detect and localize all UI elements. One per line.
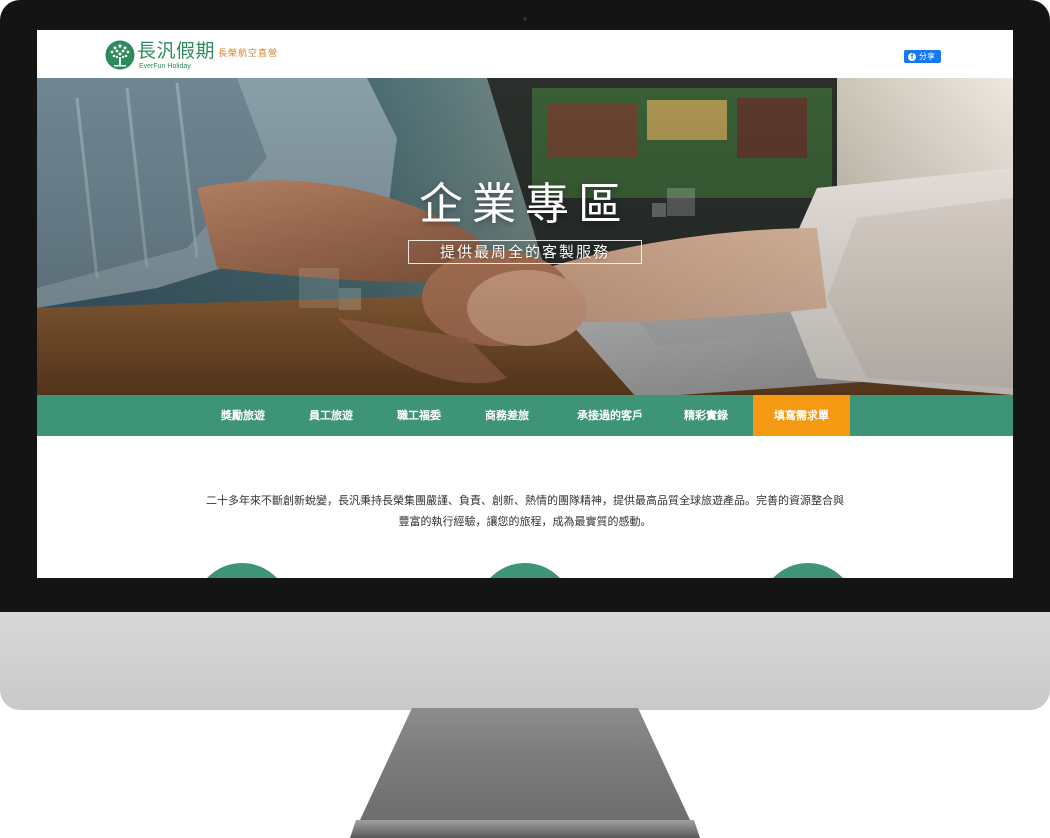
nav-item-welfare-committee[interactable]: 職工福委 (375, 395, 463, 436)
monitor-stand-base (350, 820, 700, 838)
feature-circle-3[interactable] (760, 563, 856, 578)
feature-circle-2[interactable] (477, 563, 573, 578)
nav-item-request-form[interactable]: 填寫需求單 (753, 395, 850, 436)
section-nav: 獎勵旅遊 員工旅遊 職工福委 商務差旅 承接過的客戶 精彩實錄 填寫需求單 (37, 395, 1013, 436)
feature-circle-1[interactable] (194, 563, 290, 578)
monitor-chin (0, 612, 1050, 710)
hero-banner: 企業專區 提供最周全的客製服務 (37, 78, 1013, 395)
facebook-share-button[interactable]: f 分享 (904, 50, 941, 63)
share-label: 分享 (919, 52, 935, 61)
facebook-icon: f (908, 52, 916, 61)
intro-text: 二十多年來不斷創新蛻變，長汎秉持長榮集團嚴謹、負責、創新、熱情的團隊精神，提供最… (157, 490, 893, 532)
tree-logo-icon (105, 40, 135, 70)
nav-item-highlights[interactable]: 精彩實錄 (659, 395, 753, 436)
monitor-stand (350, 708, 700, 838)
site-header: 長汎假期 EverFun Holiday 長榮航空直營 f 分享 (37, 30, 1013, 78)
intro-line-2: 豐富的執行經驗，讓您的旅程，成為最實質的感動。 (398, 515, 652, 528)
brand-name-en: EverFun Holiday (139, 63, 191, 70)
nav-item-employee-travel[interactable]: 員工旅遊 (287, 395, 375, 436)
imac-mockup: 長汎假期 EverFun Holiday 長榮航空直營 f 分享 企業專區 提供… (0, 0, 1050, 838)
camera-dot (523, 17, 527, 21)
brand-name-cn: 長汎假期 (137, 40, 216, 62)
intro-line-1: 二十多年來不斷創新蛻變，長汎秉持長榮集團嚴謹、負責、創新、熱情的團隊精神，提供最… (206, 494, 844, 507)
nav-item-past-clients[interactable]: 承接過的客戶 (561, 395, 659, 436)
brand-logo[interactable]: 長汎假期 EverFun Holiday 長榮航空直營 (105, 40, 285, 72)
hero-subtitle: 提供最周全的客製服務 (408, 240, 642, 264)
brand-tagline: 長榮航空直營 (218, 49, 279, 59)
nav-item-incentive-travel[interactable]: 獎勵旅遊 (199, 395, 287, 436)
nav-item-business-travel[interactable]: 商務差旅 (463, 395, 551, 436)
hero-title: 企業專區 (419, 179, 631, 230)
hero-handshake-image (37, 78, 1013, 395)
screen: 長汎假期 EverFun Holiday 長榮航空直營 f 分享 企業專區 提供… (37, 30, 1013, 578)
